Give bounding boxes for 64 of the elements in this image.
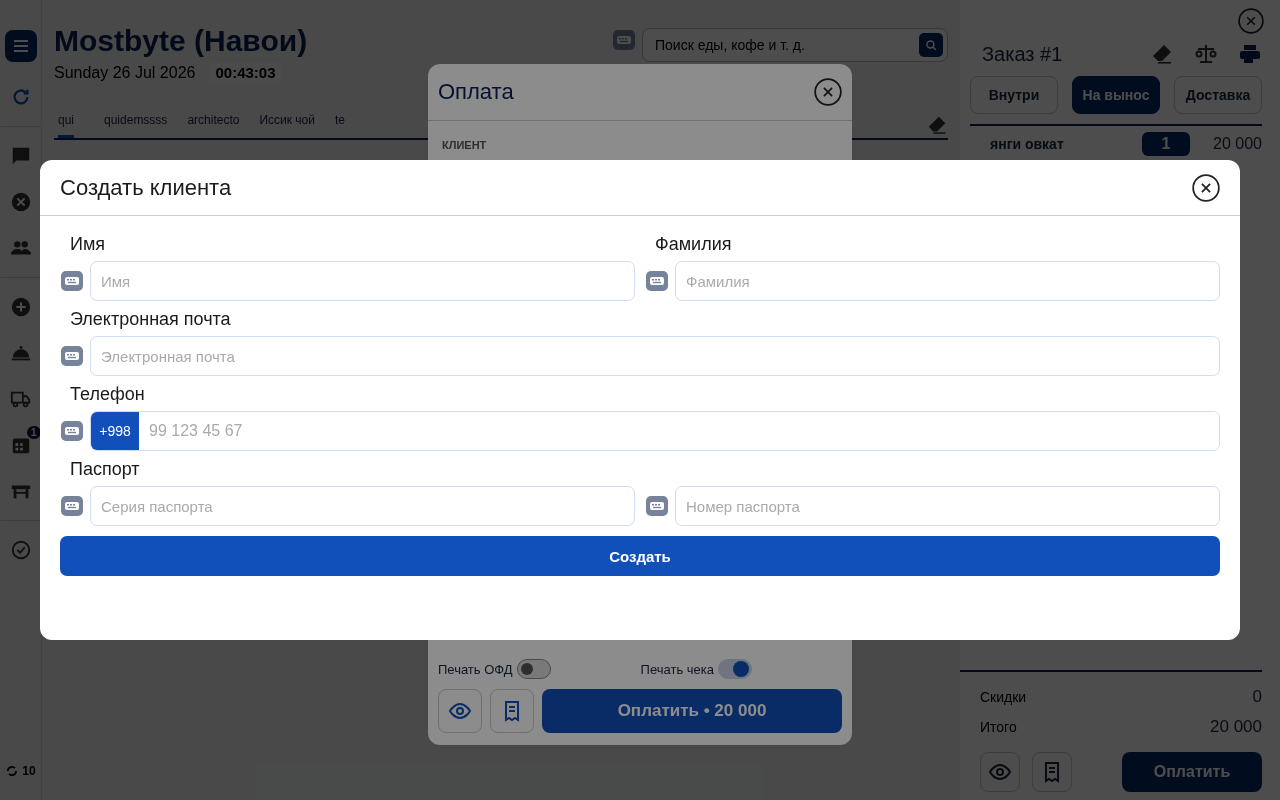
field-label: Электронная почта [69, 309, 232, 330]
scales-icon[interactable] [1194, 42, 1218, 66]
input-field[interactable]: Номер паспорта [675, 486, 1220, 526]
input-field[interactable]: Имя [90, 261, 635, 301]
sync-icon[interactable] [5, 764, 20, 778]
field-label: Фамилия [654, 234, 733, 255]
pay-button[interactable]: Оплатить • 20 000 [542, 689, 842, 733]
search-field[interactable]: Поиск еды, кофе и т. д. [653, 36, 919, 54]
receipt-button[interactable] [1032, 752, 1072, 792]
input-field[interactable]: Серия паспорта [90, 486, 635, 526]
preview-button[interactable] [438, 689, 482, 733]
category-tab[interactable]: Иссик чой [259, 107, 315, 138]
receipt-button[interactable] [490, 689, 534, 733]
eraser-icon[interactable] [926, 114, 948, 136]
dialog-title: Оплата [438, 79, 514, 105]
search-bar[interactable]: Поиск еды, кофе и т. д. [642, 28, 948, 62]
toggle-switch[interactable] [516, 659, 551, 679]
pay-button[interactable]: Оплатить [1122, 752, 1262, 792]
total-label: Итого [980, 719, 1017, 735]
total-label: Скидки [980, 689, 1027, 705]
category-tab[interactable]: te [334, 107, 345, 138]
sync-count: 10 [22, 764, 36, 778]
order-type-tab[interactable]: Доставка [1174, 76, 1262, 114]
check-circle-icon[interactable] [9, 539, 32, 561]
keyboard-icon[interactable] [60, 419, 84, 443]
order-type-tab[interactable]: На вынос [1072, 76, 1160, 114]
printer-icon[interactable] [1238, 42, 1262, 66]
field-label: Имя [69, 234, 107, 255]
keyboard-icon[interactable] [645, 269, 669, 293]
order-type-tab[interactable]: Внутри [970, 76, 1058, 114]
date-text: Sunday 26 Jul 2026 [54, 63, 196, 82]
keyboard-icon[interactable] [645, 494, 669, 518]
create-button[interactable]: Создать [60, 536, 1220, 576]
add-circle-icon[interactable] [9, 296, 32, 318]
toggle-label: Печать ОФД [438, 661, 513, 677]
item-name: янги овкат [990, 136, 1065, 152]
order-title: Заказ #1 [982, 42, 1064, 66]
total-value: 0 [1252, 687, 1262, 707]
search-icon[interactable] [924, 38, 938, 52]
keyboard-icon[interactable] [60, 494, 84, 518]
keyboard-icon[interactable] [60, 269, 84, 293]
field-label: Телефон [69, 384, 146, 405]
item-price: 20 000 [1212, 135, 1262, 153]
close-icon[interactable] [1192, 173, 1220, 202]
total-value: 20 000 [1210, 717, 1262, 737]
input-field[interactable]: Фамилия [675, 261, 1220, 301]
store-title: Mostbyte (Навои) [54, 24, 308, 58]
category-tab[interactable]: quidemssss [104, 107, 168, 138]
preview-button[interactable] [980, 752, 1020, 792]
close-circle-icon[interactable] [9, 191, 32, 213]
input-field[interactable]: Электронная почта [90, 336, 1220, 376]
quantity-button[interactable]: 1 [1142, 132, 1190, 156]
field-label: Паспорт [69, 459, 141, 480]
category-tab[interactable]: qui [58, 107, 74, 138]
notification-badge: 1 [26, 426, 41, 439]
client-label: КЛИЕНТ [441, 138, 488, 153]
search-button[interactable] [919, 33, 943, 57]
country-code[interactable]: +998 [91, 412, 139, 450]
dialog-title: Создать клиента [60, 174, 232, 201]
category-tab[interactable]: architecto [187, 107, 240, 138]
keyboard-icon[interactable] [612, 28, 636, 52]
phone-field[interactable]: +998 99 123 45 67 [90, 411, 1220, 451]
toggle-label: Печать чека [640, 661, 714, 677]
keyboard-icon[interactable] [60, 344, 84, 368]
